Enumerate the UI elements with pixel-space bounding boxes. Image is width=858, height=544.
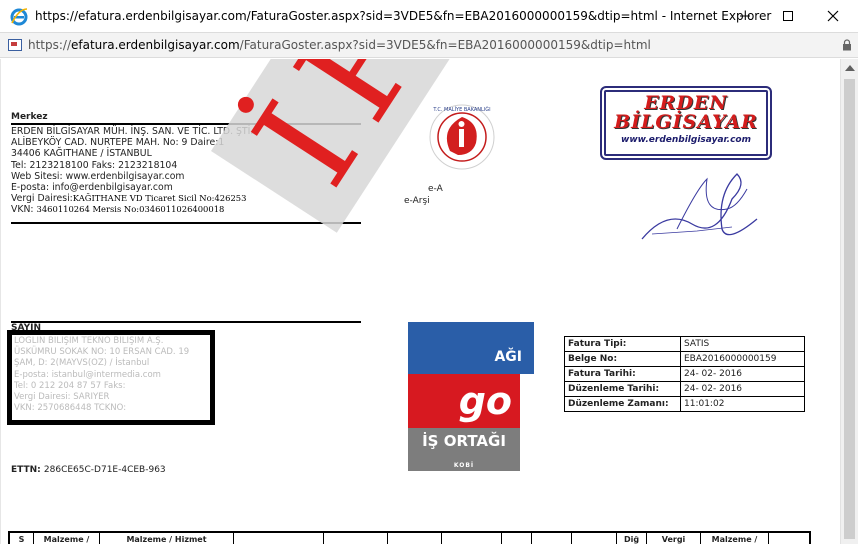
invoice-value: 24- 02- 2016 [680, 381, 805, 397]
seller-name: ERDEN BİLGİSAYAR MÜH. İNŞ. SAN. VE TİC. … [11, 126, 254, 137]
table-row: Fatura Tipi: SATIS [564, 336, 805, 352]
buyer-line: Vergi Dairesi: SARIYER [14, 392, 110, 403]
invoice-key: Düzenleme Zamanı: [564, 396, 681, 412]
tax-office-value: KAĞITHANE VD Ticaret Sicil No:426253 [72, 193, 247, 204]
seller-info: ERDEN BİLGİSAYAR MÜH. İNŞ. SAN. VE TİC. … [11, 126, 361, 216]
invoice-value: 11:01:02 [680, 396, 805, 412]
seller-website: Web Sitesi: www.erdenbilgisayar.com [11, 170, 185, 182]
table-row: Düzenleme Tarihi: 24- 02- 2016 [564, 381, 805, 397]
invoice-info-table: Fatura Tipi: SATIS Belge No: EBA2016000000… [564, 336, 805, 412]
column-header [502, 533, 532, 544]
erden-bilgisayar-logo: ERDEN BİLGİSAYAR www.erdenbilgisayar.com [600, 86, 772, 160]
brand-url: www.erdenbilgisayar.com [621, 135, 751, 145]
maximize-icon [783, 11, 793, 21]
brand-line2: BİLGİSAYAR [614, 111, 758, 133]
vkn-value: 3460110264 Mersis No:0346011026400018 [36, 204, 225, 215]
title-bar: https://efatura.erdenbilgisayar.com/Fatu… [0, 0, 858, 32]
column-header: Vergi [647, 533, 701, 544]
table-row: Belge No: EBA2016000000159 [564, 351, 805, 367]
table-row: Fatura Tarihi: 24- 02- 2016 [564, 366, 805, 382]
buyer-top-rule [11, 321, 361, 323]
address-bar[interactable]: https://efatura.erdenbilgisayar.com/Fatu… [0, 32, 858, 58]
column-header [324, 533, 388, 544]
scrollbar-thumb[interactable] [844, 79, 855, 539]
seller-vkn: VKN: 3460110264 Mersis No:03460110264000… [11, 204, 361, 215]
minimize-icon [740, 15, 750, 17]
buyer-line: LOGLIN BILIŞIM TEKNO BİLİŞİM A.Ş. [14, 336, 164, 346]
page-content: Merkez ERDEN BİLGİSAYAR MÜH. İNŞ. SAN. V… [0, 59, 840, 544]
ettn: ETTN: 286CE65C-D71E-4CEB-963 [11, 465, 166, 475]
column-header: Malzeme / [34, 533, 100, 544]
invoice-value: SATIS [680, 336, 805, 352]
invoice-key: Fatura Tipi: [564, 336, 681, 352]
internet-explorer-icon [10, 8, 28, 26]
partner-banner-top: AĞI [408, 322, 534, 374]
close-button[interactable] [810, 0, 856, 32]
buyer-line: Tel: 0 212 204 87 57 Faks: [14, 380, 126, 391]
seller-heading: Merkez [11, 112, 48, 122]
buyer-line: ÜSKÜMRU SOKAK NO: 10 ERSAN CAD. 19 [14, 347, 190, 358]
seller-top-rule [11, 123, 361, 125]
seller-bottom-rule [11, 222, 361, 224]
earsiv-line2: e-Arşi [404, 196, 430, 206]
seller-tax-office: Vergi Dairesi:KAĞITHANE VD Ticaret Sicil… [11, 193, 361, 204]
close-icon [827, 10, 839, 22]
partner-banner-middle: İŞ ORTAĞI [408, 428, 520, 462]
column-header: Malzeme / Hizmet [100, 533, 234, 544]
column-header [572, 533, 617, 544]
signature-image [641, 173, 758, 240]
column-header: Diğ [617, 533, 647, 544]
seller-email: E-posta: info@erdenbilgisayar.com [11, 182, 173, 194]
invoice-value: 24- 02- 2016 [680, 366, 805, 382]
ettn-label: ETTN: [11, 465, 44, 475]
column-header: S [10, 533, 34, 544]
buyer-line: ŞAM, D: 2(MAYVS(OZ) / İstanbul [14, 358, 150, 369]
buyer-info: LOGLIN BILIŞIM TEKNO BİLİŞİM A.Ş. ÜSKÜMR… [14, 336, 214, 414]
column-header: Malzeme / [701, 533, 769, 544]
tax-office-label: Vergi Dairesi: [11, 193, 73, 205]
partner-logo: go [408, 374, 520, 428]
column-header [442, 533, 502, 544]
seller-phone: Tel: 2123218100 Faks: 2123218104 [11, 159, 178, 171]
invoice-value: EBA2016000000159 [680, 351, 805, 367]
maximize-button[interactable] [765, 0, 811, 32]
invoice-key: Düzenleme Tarihi: [564, 381, 681, 397]
minimize-button[interactable] [722, 0, 768, 32]
scroll-up-arrow-icon[interactable] [845, 65, 855, 71]
items-table-header: S Malzeme / Malzeme / Hizmet Diğ Vergi M… [8, 531, 811, 544]
invoice-key: Belge No: [564, 351, 681, 367]
page-icon [8, 39, 22, 51]
lock-icon[interactable] [842, 39, 852, 51]
column-header [388, 533, 442, 544]
vertical-scrollbar[interactable] [840, 59, 858, 544]
url-host: efatura.erdenbilgisayar.com [71, 38, 240, 52]
seller-address-line2: 34406 KAĞITHANE / İSTANBUL [11, 148, 152, 160]
buyer-line: E-posta: istanbul@intermedia.com [14, 369, 161, 380]
window-title: https://efatura.erdenbilgisayar.com/Fatu… [35, 9, 772, 23]
column-header [769, 533, 809, 544]
ettn-value: 286CE65C-D71E-4CEB-963 [43, 465, 166, 475]
invoice-key: Fatura Tarihi: [564, 366, 681, 382]
column-header [234, 533, 324, 544]
address-url[interactable]: https://efatura.erdenbilgisayar.com/Fatu… [28, 38, 651, 52]
vkn-label: VKN: [11, 204, 37, 216]
url-scheme: https:// [28, 38, 72, 52]
gib-seal-logo: T.C. MALİYE BAKANLIĞI [429, 104, 495, 170]
buyer-line: VKN: 2570686448 TCKNO: [14, 403, 127, 414]
seller-address-line1: ALİBEYKÖY CAD. NURTEPE MAH. No: 9 Daire:… [11, 137, 225, 149]
gib-logo-text: T.C. MALİYE BAKANLIĞI [432, 106, 490, 113]
url-path: /FaturaGoster.aspx?sid=3VDE5&fn=EBA20160… [239, 38, 651, 52]
column-header [532, 533, 572, 544]
partner-banner-kobi: KOBİ [408, 462, 520, 471]
earsiv-line1: e-A [428, 184, 443, 194]
table-row: Düzenleme Zamanı: 11:01:02 [564, 396, 805, 412]
